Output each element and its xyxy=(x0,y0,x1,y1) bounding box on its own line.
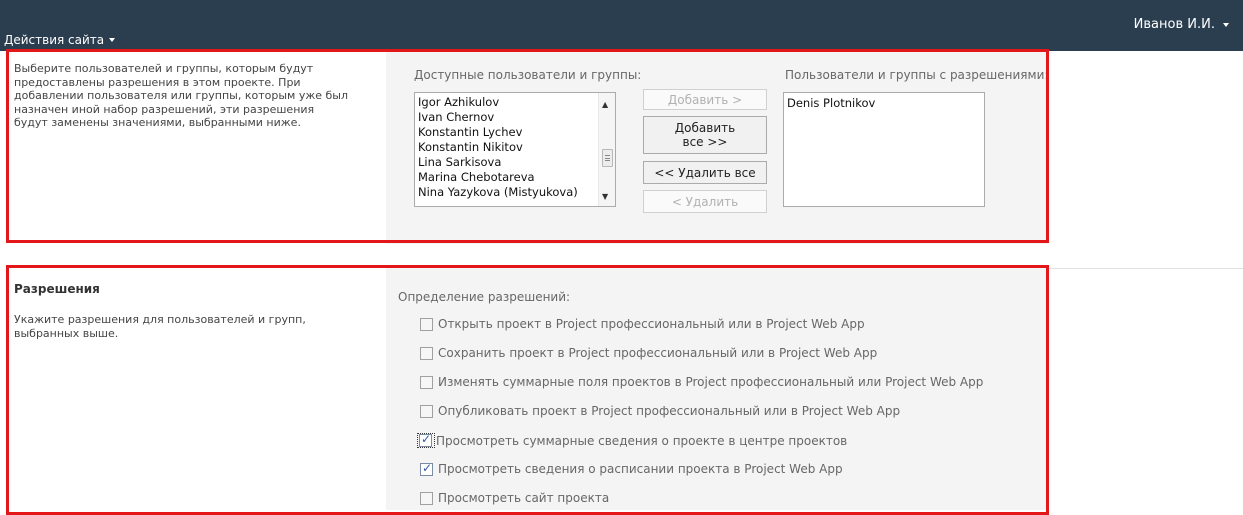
checkbox[interactable] xyxy=(420,404,433,418)
grip-icon xyxy=(605,155,610,161)
add-button[interactable]: Добавить > xyxy=(643,89,767,110)
chevron-down-icon xyxy=(109,38,116,42)
permission-label: Просмотреть сайт проекта xyxy=(438,491,610,505)
site-actions-label: Действия сайта xyxy=(4,33,105,47)
list-item[interactable]: Ivan Chernov xyxy=(418,110,494,124)
permission-label: Изменять суммарные поля проектов в Proje… xyxy=(438,375,984,389)
permission-open-project[interactable]: Открыть проект в Project профессиональны… xyxy=(420,317,865,331)
checkbox[interactable] xyxy=(420,317,433,331)
chevron-down-icon xyxy=(1223,22,1229,27)
permission-definition-label: Определение разрешений: xyxy=(398,290,571,304)
checkbox[interactable] xyxy=(420,461,433,476)
available-users-label: Доступные пользователи и группы: xyxy=(414,68,642,82)
scrollbar-thumb[interactable] xyxy=(602,149,613,167)
permission-edit-summary-fields[interactable]: Изменять суммарные поля проектов в Proje… xyxy=(420,375,983,389)
permission-publish-project[interactable]: Опубликовать проект в Project профессион… xyxy=(420,404,900,418)
scroll-up-icon[interactable]: ▲ xyxy=(602,101,608,109)
permissions-heading: Разрешения xyxy=(14,282,100,296)
checkbox[interactable] xyxy=(419,432,432,447)
list-item[interactable]: Konstantin Nikitov xyxy=(418,140,523,154)
list-item[interactable]: Konstantin Lychev xyxy=(418,125,522,139)
user-name: Иванов И.И. xyxy=(1133,17,1215,32)
focus-ring xyxy=(417,432,435,448)
list-item[interactable]: Nina Yazykova (Mistyukova) xyxy=(418,185,578,199)
permission-label: Просмотреть суммарные сведения о проекте… xyxy=(436,433,848,448)
permission-save-project[interactable]: Сохранить проект в Project профессиональ… xyxy=(420,346,877,360)
permission-label: Открыть проект в Project профессиональны… xyxy=(438,317,865,331)
list-item[interactable]: Lina Sarkisova xyxy=(418,155,501,169)
checkbox[interactable] xyxy=(420,346,433,360)
list-scrollbar[interactable]: ▲ ▼ xyxy=(598,93,615,206)
users-section-description: Выберите пользователей и группы, которым… xyxy=(14,62,349,129)
remove-button[interactable]: < Удалить xyxy=(643,190,767,213)
top-bar: Действия сайта Иванов И.И. xyxy=(0,0,1243,51)
list-item[interactable]: Denis Plotnikov xyxy=(787,96,875,110)
permission-label: Сохранить проект в Project профессиональ… xyxy=(438,346,878,360)
checkbox[interactable] xyxy=(420,375,433,389)
permissions-section-description: Укажите разрешения для пользователей и г… xyxy=(14,313,306,340)
remove-all-button[interactable]: << Удалить все xyxy=(643,161,767,184)
permission-label: Опубликовать проект в Project профессион… xyxy=(438,404,901,418)
checkbox[interactable] xyxy=(420,491,433,505)
available-users-list[interactable]: Igor Azhikulov Ivan Chernov Konstantin L… xyxy=(414,92,616,207)
list-item[interactable]: Igor Azhikulov xyxy=(418,95,499,109)
permission-view-summary[interactable]: Просмотреть суммарные сведения о проекте… xyxy=(417,432,848,448)
user-menu[interactable]: Иванов И.И. xyxy=(1134,17,1229,32)
scroll-down-icon[interactable]: ▼ xyxy=(602,193,608,201)
permitted-users-list[interactable]: Denis Plotnikov xyxy=(783,92,985,207)
permission-label: Просмотреть сведения о расписании проект… xyxy=(438,462,843,476)
permitted-users-label: Пользователи и группы с разрешениями: xyxy=(785,68,1049,82)
permissions-description-panel xyxy=(0,267,386,510)
permission-view-site[interactable]: Просмотреть сайт проекта xyxy=(420,491,609,505)
site-actions-menu[interactable]: Действия сайта xyxy=(4,33,116,47)
list-item[interactable]: Marina Chebotareva xyxy=(418,170,535,184)
permission-view-schedule[interactable]: Просмотреть сведения о расписании проект… xyxy=(420,461,843,476)
add-all-button[interactable]: Добавить все >> xyxy=(643,116,767,154)
